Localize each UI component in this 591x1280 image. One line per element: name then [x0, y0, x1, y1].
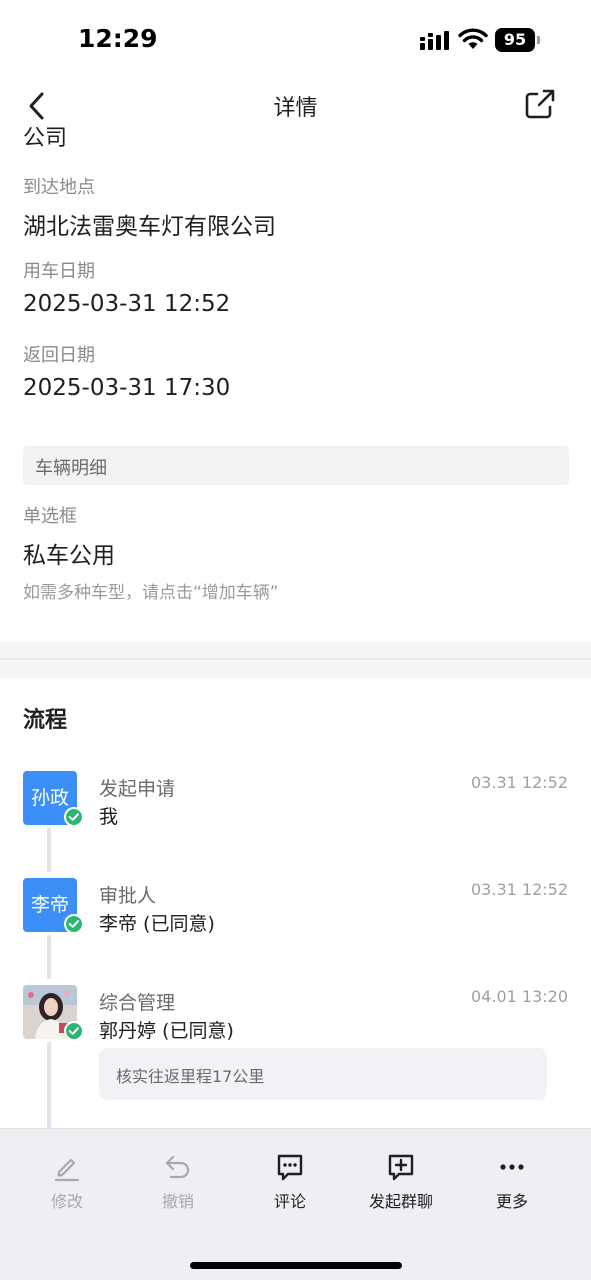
battery-icon: 95	[495, 28, 541, 52]
undo-icon	[165, 1155, 190, 1179]
more-icon	[500, 1164, 524, 1170]
more-label: 更多	[495, 1192, 528, 1211]
radio-value: 私车公用	[23, 543, 115, 569]
use-date-value: 2025-03-31 12:52	[23, 291, 231, 317]
arrival-value: 湖北法雷奥车灯有限公司	[23, 214, 276, 240]
wifi-icon	[458, 28, 488, 49]
timeline-connector	[47, 828, 51, 872]
bottom-toolbar: 修改 撤销 评论 发起群聊 更多	[0, 1128, 591, 1280]
undo-button[interactable]: 撤销	[128, 1151, 228, 1212]
approval-comment: 核实往返里程17公里	[99, 1048, 547, 1100]
use-date-label: 用车日期	[23, 261, 95, 282]
edit-button[interactable]: 修改	[17, 1151, 117, 1212]
edit-label: 修改	[50, 1192, 83, 1211]
step-person: 郭丹婷 (已同意)	[99, 1020, 234, 1042]
timeline-connector	[47, 935, 51, 979]
divider-line	[0, 658, 591, 660]
status-time: 12:29	[78, 24, 158, 53]
process-title: 流程	[23, 708, 68, 733]
vehicle-section-title: 车辆明细	[35, 458, 107, 479]
radio-label: 单选框	[23, 506, 77, 527]
status-bar: 12:29 95	[0, 0, 591, 80]
timeline-connector	[47, 1042, 51, 1128]
approved-check-icon	[64, 1021, 84, 1041]
step-label: 综合管理	[99, 992, 176, 1014]
group-chat-icon	[388, 1154, 414, 1181]
step-label: 发起申请	[99, 778, 176, 800]
nav-bar: 详情	[0, 80, 591, 132]
share-icon[interactable]	[522, 86, 558, 122]
group-chat-label: 发起群聊	[368, 1192, 433, 1211]
step-time: 03.31 12:52	[471, 773, 568, 792]
undo-label: 撤销	[161, 1192, 194, 1211]
section-divider	[0, 642, 591, 678]
vehicle-hint: 如需多种车型，请点击“增加车辆”	[23, 583, 279, 603]
return-date-label: 返回日期	[23, 345, 95, 366]
comment-label: 评论	[273, 1192, 306, 1211]
comment-icon	[277, 1154, 303, 1181]
arrival-label: 到达地点	[23, 177, 95, 198]
signal-icon	[420, 31, 449, 50]
return-date-value: 2025-03-31 17:30	[23, 375, 231, 401]
step-time: 03.31 12:52	[471, 880, 568, 899]
more-button[interactable]: 更多	[462, 1151, 562, 1212]
step-label: 审批人	[99, 885, 157, 907]
approved-check-icon	[64, 914, 84, 934]
approval-comment-text: 核实往返里程17公里	[116, 1067, 265, 1086]
page-title: 详情	[273, 96, 318, 121]
step-person: 我	[99, 806, 119, 828]
battery-level: 95	[495, 28, 535, 52]
approved-check-icon	[64, 807, 84, 827]
home-indicator	[190, 1262, 402, 1269]
edit-icon	[54, 1158, 80, 1182]
group-chat-button[interactable]: 发起群聊	[351, 1151, 451, 1212]
comment-button[interactable]: 评论	[240, 1151, 340, 1212]
vehicle-section-header: 车辆明细	[23, 446, 569, 485]
step-person: 李帝 (已同意)	[99, 913, 215, 935]
step-time: 04.01 13:20	[471, 987, 568, 1006]
